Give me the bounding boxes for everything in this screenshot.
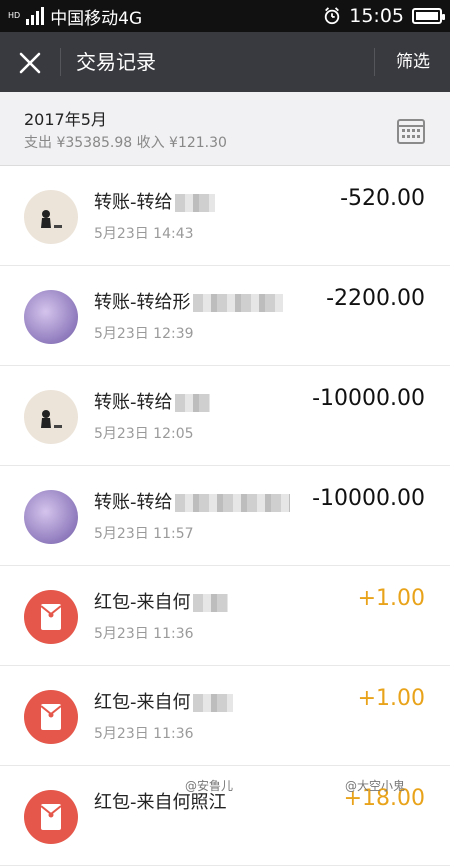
transaction-list: 转账-转给 5月23日 14:43 -520.00 转账-转给形 5月23日 1… bbox=[0, 166, 450, 866]
transaction-time: 5月23日 14:43 bbox=[94, 226, 194, 242]
red-packet-icon bbox=[24, 590, 78, 644]
transaction-desc: 红包-来自何 bbox=[94, 588, 228, 614]
red-packet-icon bbox=[24, 690, 78, 744]
transaction-amount: -520.00 bbox=[340, 186, 425, 211]
status-bar: HD 中国移动4G 15:05 bbox=[0, 0, 450, 32]
header-divider bbox=[60, 48, 61, 76]
month-summary: 2017年5月 支出 ¥35385.98 收入 ¥121.30 bbox=[0, 92, 450, 166]
transaction-row[interactable]: 转账-转给形 5月23日 12:39 -2200.00 bbox=[0, 266, 450, 366]
photo-avatar bbox=[24, 490, 78, 544]
red-packet-icon bbox=[24, 790, 78, 844]
photo-avatar bbox=[24, 390, 78, 444]
photo-avatar bbox=[24, 290, 78, 344]
carrier-name: 中国移动4G bbox=[50, 8, 143, 29]
transaction-desc: 转账-转给 bbox=[94, 188, 215, 214]
month-stats: 支出 ¥35385.98 收入 ¥121.30 bbox=[24, 135, 227, 151]
transaction-row[interactable]: 红包-来自何 5月23日 11:36 +1.00 bbox=[0, 566, 450, 666]
page-title: 交易记录 bbox=[76, 50, 156, 74]
close-icon[interactable] bbox=[14, 47, 46, 79]
watermark-left: @安鲁儿 bbox=[185, 779, 234, 793]
transaction-time: 5月23日 11:36 bbox=[94, 726, 194, 742]
status-time: 15:05 bbox=[349, 5, 404, 27]
header-divider-right bbox=[374, 48, 375, 76]
alarm-icon bbox=[325, 7, 340, 25]
month-label: 2017年5月 bbox=[24, 110, 107, 129]
transaction-time: 5月23日 12:05 bbox=[94, 426, 194, 442]
filter-button[interactable]: 筛选 bbox=[396, 32, 430, 92]
transaction-row[interactable]: 转账-转给 5月23日 12:05 -10000.00 bbox=[0, 366, 450, 466]
network-tag: HD bbox=[8, 11, 21, 20]
photo-avatar bbox=[24, 190, 78, 244]
calendar-icon[interactable] bbox=[396, 116, 426, 146]
transaction-row[interactable]: 红包-来自何 5月23日 11:36 +1.00 bbox=[0, 666, 450, 766]
transaction-amount: -2200.00 bbox=[326, 286, 425, 311]
battery-icon bbox=[412, 8, 445, 24]
transaction-row[interactable]: 转账-转给 5月23日 14:43 -520.00 bbox=[0, 166, 450, 266]
transaction-amount: -10000.00 bbox=[312, 386, 425, 411]
status-left: HD 中国移动4G bbox=[8, 0, 142, 32]
transaction-desc: 转账-转给 bbox=[94, 388, 210, 414]
transaction-amount: +1.00 bbox=[357, 586, 425, 611]
transaction-row[interactable]: 转账-转给 5月23日 11:57 -10000.00 bbox=[0, 466, 450, 566]
transaction-time: 5月23日 11:57 bbox=[94, 526, 194, 542]
transaction-amount: +1.00 bbox=[357, 686, 425, 711]
transaction-time: 5月23日 12:39 bbox=[94, 326, 194, 342]
transaction-desc: 转账-转给形 bbox=[94, 288, 283, 314]
transaction-desc: 转账-转给 bbox=[94, 488, 290, 514]
status-right: 15:05 bbox=[323, 0, 445, 32]
signal-icon bbox=[26, 7, 45, 25]
header-bar: 交易记录 筛选 bbox=[0, 32, 450, 92]
watermark-right: @大空小鬼 bbox=[345, 779, 406, 793]
transaction-amount: -10000.00 bbox=[312, 486, 425, 511]
transaction-time: 5月23日 11:36 bbox=[94, 626, 194, 642]
transaction-desc: 红包-来自何 bbox=[94, 688, 233, 714]
